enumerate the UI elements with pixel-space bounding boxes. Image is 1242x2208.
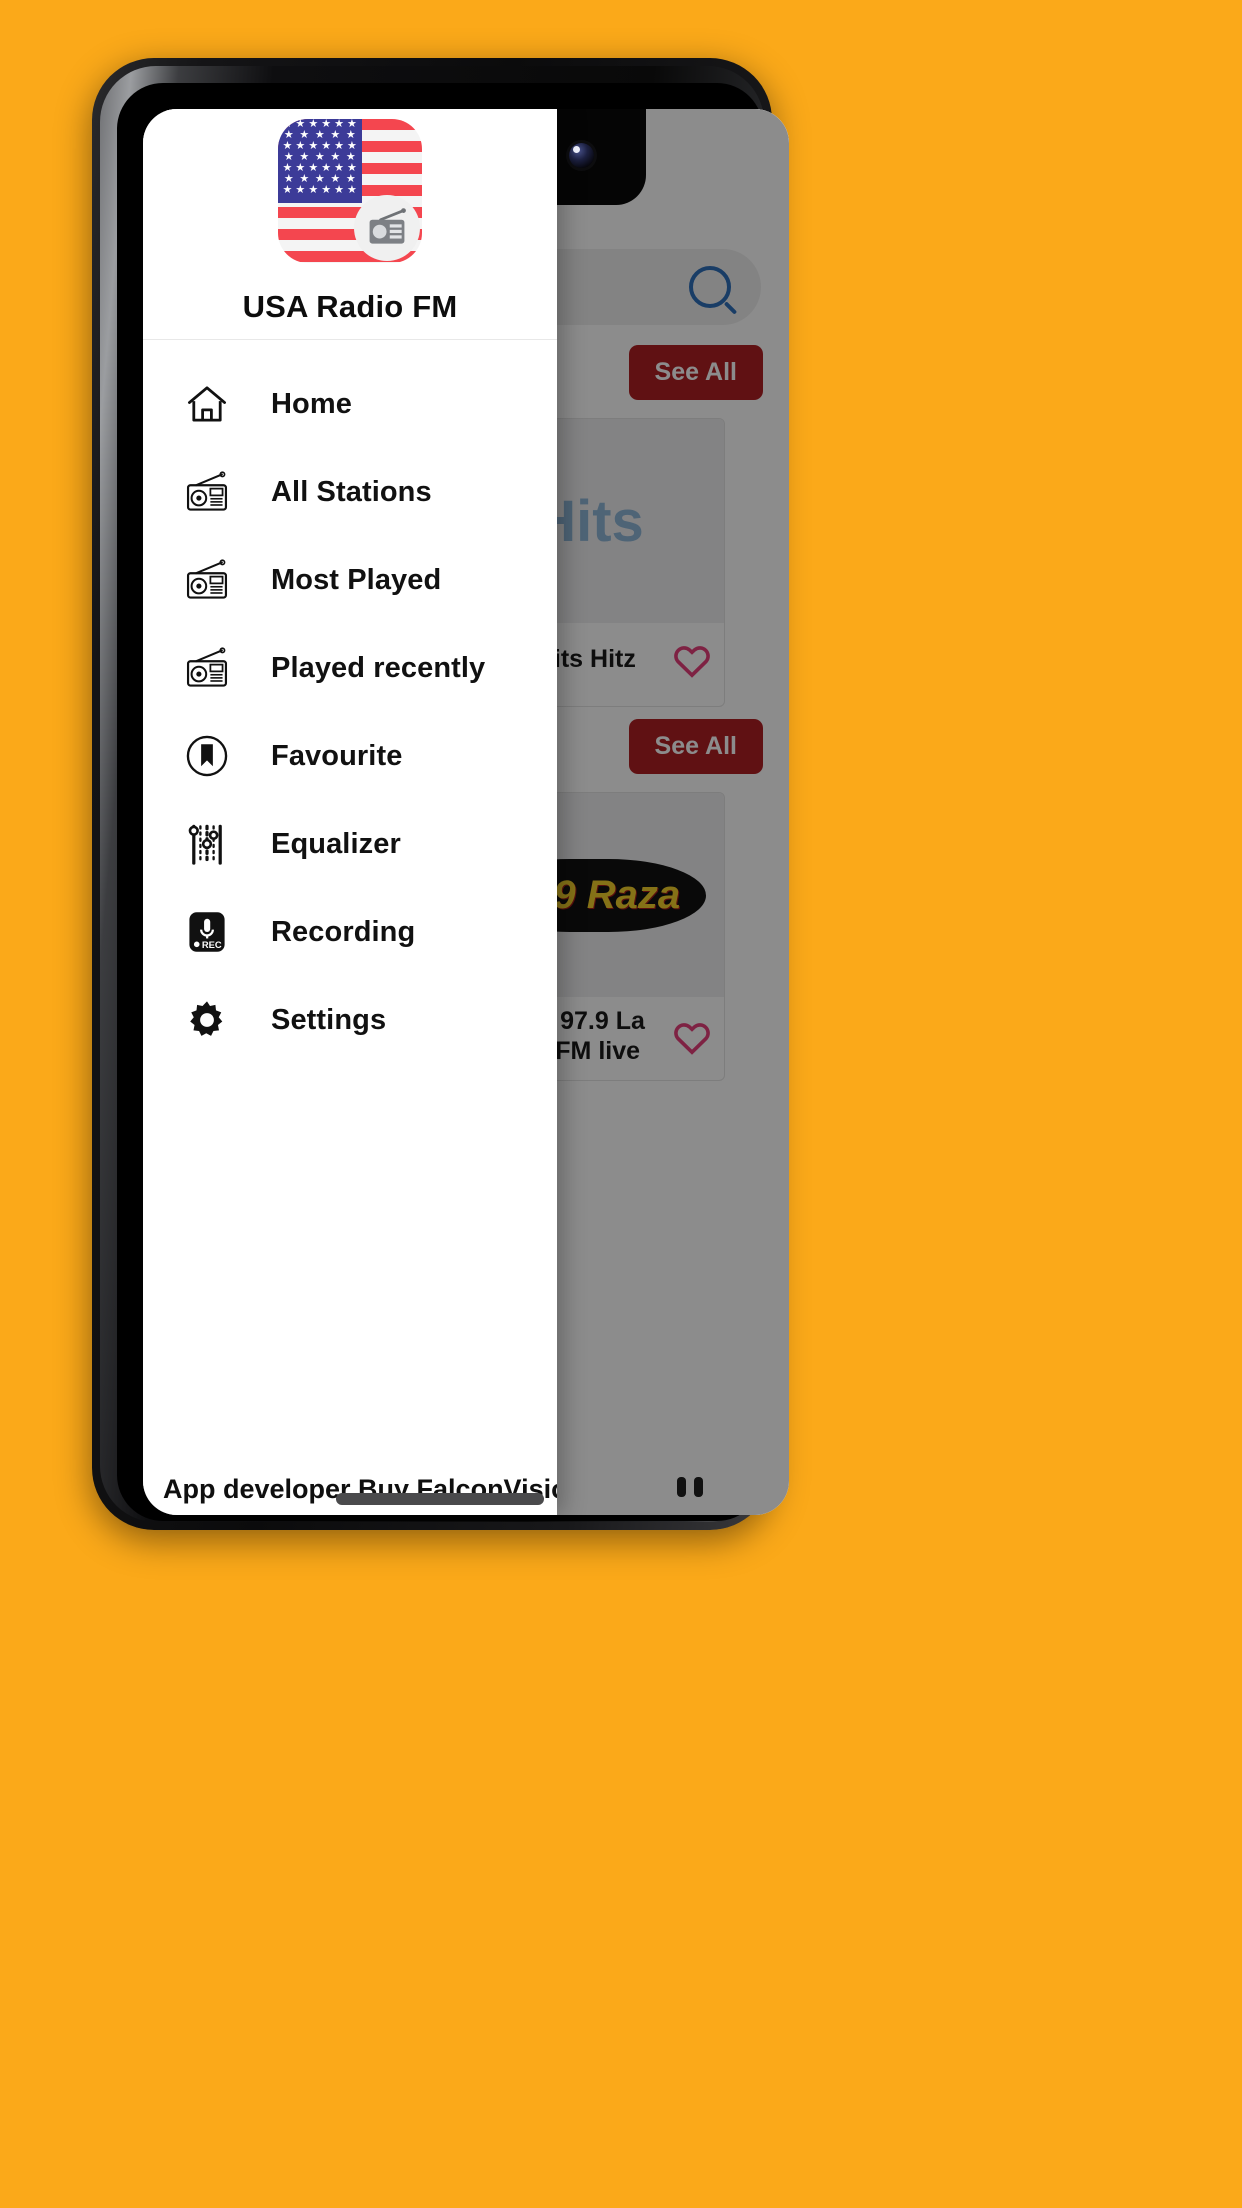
navigation-drawer: ★ ★ ★ ★ ★ ★ ★ ★ ★ ★ ★ ★ ★ ★ ★ ★ ★ ★ ★ ★ ★ ★ ★ ★ ★ ★ ★ ★ ★ ★ ★ ★ ★ ★… bbox=[143, 109, 557, 1515]
sidebar-item-favourite[interactable]: Favourite bbox=[143, 712, 557, 800]
gear-icon bbox=[179, 994, 235, 1046]
home-indicator[interactable] bbox=[336, 1493, 544, 1505]
home-icon bbox=[179, 378, 235, 430]
sidebar-item-label: Equalizer bbox=[271, 827, 401, 860]
radio-icon bbox=[179, 554, 235, 606]
sidebar-item-equalizer[interactable]: Equalizer bbox=[143, 800, 557, 888]
phone-inner-frame: CATEGORY See All bbox=[117, 83, 789, 1521]
page-root: CATEGORY See All bbox=[0, 0, 1242, 2208]
svg-text:REC: REC bbox=[202, 940, 222, 950]
sidebar-item-settings[interactable]: Settings bbox=[143, 976, 557, 1064]
radio-badge-icon bbox=[354, 195, 420, 261]
sidebar-item-label: Home bbox=[271, 387, 352, 420]
sidebar-item-label: Played recently bbox=[271, 651, 486, 684]
sidebar-item-label: Settings bbox=[271, 1003, 387, 1036]
app-name-label: USA Radio FM bbox=[242, 289, 458, 324]
sidebar-item-all-stations[interactable]: All Stations bbox=[143, 448, 557, 536]
phone-bezel: CATEGORY See All bbox=[100, 66, 789, 1522]
sidebar-item-played-recently[interactable]: Played recently bbox=[143, 624, 557, 712]
phone-device-frame: CATEGORY See All bbox=[92, 58, 789, 1530]
sidebar-item-home[interactable]: Home bbox=[143, 360, 557, 448]
drawer-menu-list: Home All Stations Most Played Played rec… bbox=[143, 340, 557, 1474]
phone-screen: CATEGORY See All bbox=[143, 109, 789, 1515]
bookmark-circle-icon bbox=[179, 730, 235, 782]
radio-icon bbox=[179, 466, 235, 518]
drawer-header: ★ ★ ★ ★ ★ ★ ★ ★ ★ ★ ★ ★ ★ ★ ★ ★ ★ ★ ★ ★ ★ ★ ★ ★ ★ ★ ★ ★ ★ ★ ★ ★ ★ ★… bbox=[143, 109, 557, 340]
front-camera-right-icon bbox=[569, 143, 594, 168]
pause-icon[interactable] bbox=[677, 1477, 711, 1497]
radio-icon bbox=[179, 642, 235, 694]
sidebar-item-label: Most Played bbox=[271, 563, 442, 596]
sidebar-item-most-played[interactable]: Most Played bbox=[143, 536, 557, 624]
sidebar-item-label: All Stations bbox=[271, 475, 432, 508]
sidebar-item-label: Recording bbox=[271, 915, 416, 948]
equalizer-sliders-icon bbox=[179, 818, 235, 870]
usa-flag-radio-icon: ★ ★ ★ ★ ★ ★ ★ ★ ★ ★ ★ ★ ★ ★ ★ ★ ★ ★ ★ ★ ★ ★ ★ ★ ★ ★ ★ ★ ★ ★ ★ ★ ★ ★… bbox=[278, 119, 422, 263]
microphone-rec-icon: REC bbox=[179, 906, 235, 958]
sidebar-item-label: Favourite bbox=[271, 739, 403, 772]
sidebar-item-recording[interactable]: REC Recording bbox=[143, 888, 557, 976]
